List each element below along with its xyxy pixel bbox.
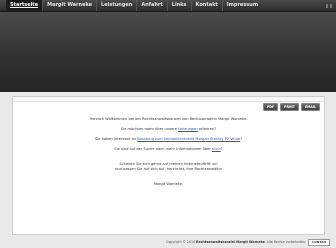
welcome-text: Herzlich Willkommen bei der Rechtsanwalt… <box>13 117 324 187</box>
signature: Margit Warneke. <box>153 182 184 186</box>
print-button[interactable]: PRINT <box>280 103 299 111</box>
top-navigation-bar: Startseite Margit Warneke Leistungen Anf… <box>0 0 336 12</box>
question-text: ? <box>240 137 243 141</box>
content-top-divider <box>13 97 324 102</box>
header-banner <box>0 12 336 92</box>
main-content-box: PDF PRINT EMAIL Herzlich Willkommen bei … <box>12 96 325 235</box>
nav-item-impressum[interactable]: Impressum <box>221 0 262 11</box>
copyright-text: Copyright © 2010 <box>166 240 197 244</box>
question-text: Sie sind auf der Suche nach mehr Informa… <box>114 147 212 151</box>
question-text: ? <box>220 147 223 151</box>
question-text: Sie möchten mehr über unsere <box>120 127 178 131</box>
main-nav: Startseite Margit Warneke Leistungen Anf… <box>6 0 262 11</box>
mich-link[interactable]: mich <box>212 147 221 151</box>
nav-item-startseite[interactable]: Startseite <box>6 0 43 11</box>
article-toolbar: PDF PRINT EMAIL <box>262 103 320 111</box>
footer-copyright: Copyright © 2010 Rechtsanwaltskanzlei Ma… <box>166 240 306 244</box>
nav-item-leistungen[interactable]: Leistungen <box>96 0 136 11</box>
rights-text: . Alle Rechte vorbehalten. <box>264 240 306 244</box>
nav-item-margit-warneke[interactable]: Margit Warneke <box>42 0 96 11</box>
nav-item-links[interactable]: Links <box>166 0 191 11</box>
question-text: Sie haben Interesse an <box>94 137 138 141</box>
nav-end-marks <box>324 0 332 11</box>
firm-name: Rechtsanwaltskanzlei Margit Warneke <box>196 240 265 244</box>
email-button[interactable]: EMAIL <box>300 103 320 111</box>
pdf-button[interactable]: PDF <box>262 103 279 111</box>
nav-item-kontakt[interactable]: Kontakt <box>190 0 222 11</box>
nav-item-anfahrt[interactable]: Anfahrt <box>136 0 166 11</box>
page-footer: Copyright © 2010 Rechtsanwaltskanzlei Ma… <box>0 236 336 248</box>
leistungen-link[interactable]: Leistungen <box>178 127 198 131</box>
beratung-link[interactable]: Beratung zum Immobilienkredit Morgan Sta… <box>137 137 240 141</box>
contao-badge[interactable]: CONTAO <box>308 239 330 246</box>
question-text: erfahren? <box>197 127 217 131</box>
